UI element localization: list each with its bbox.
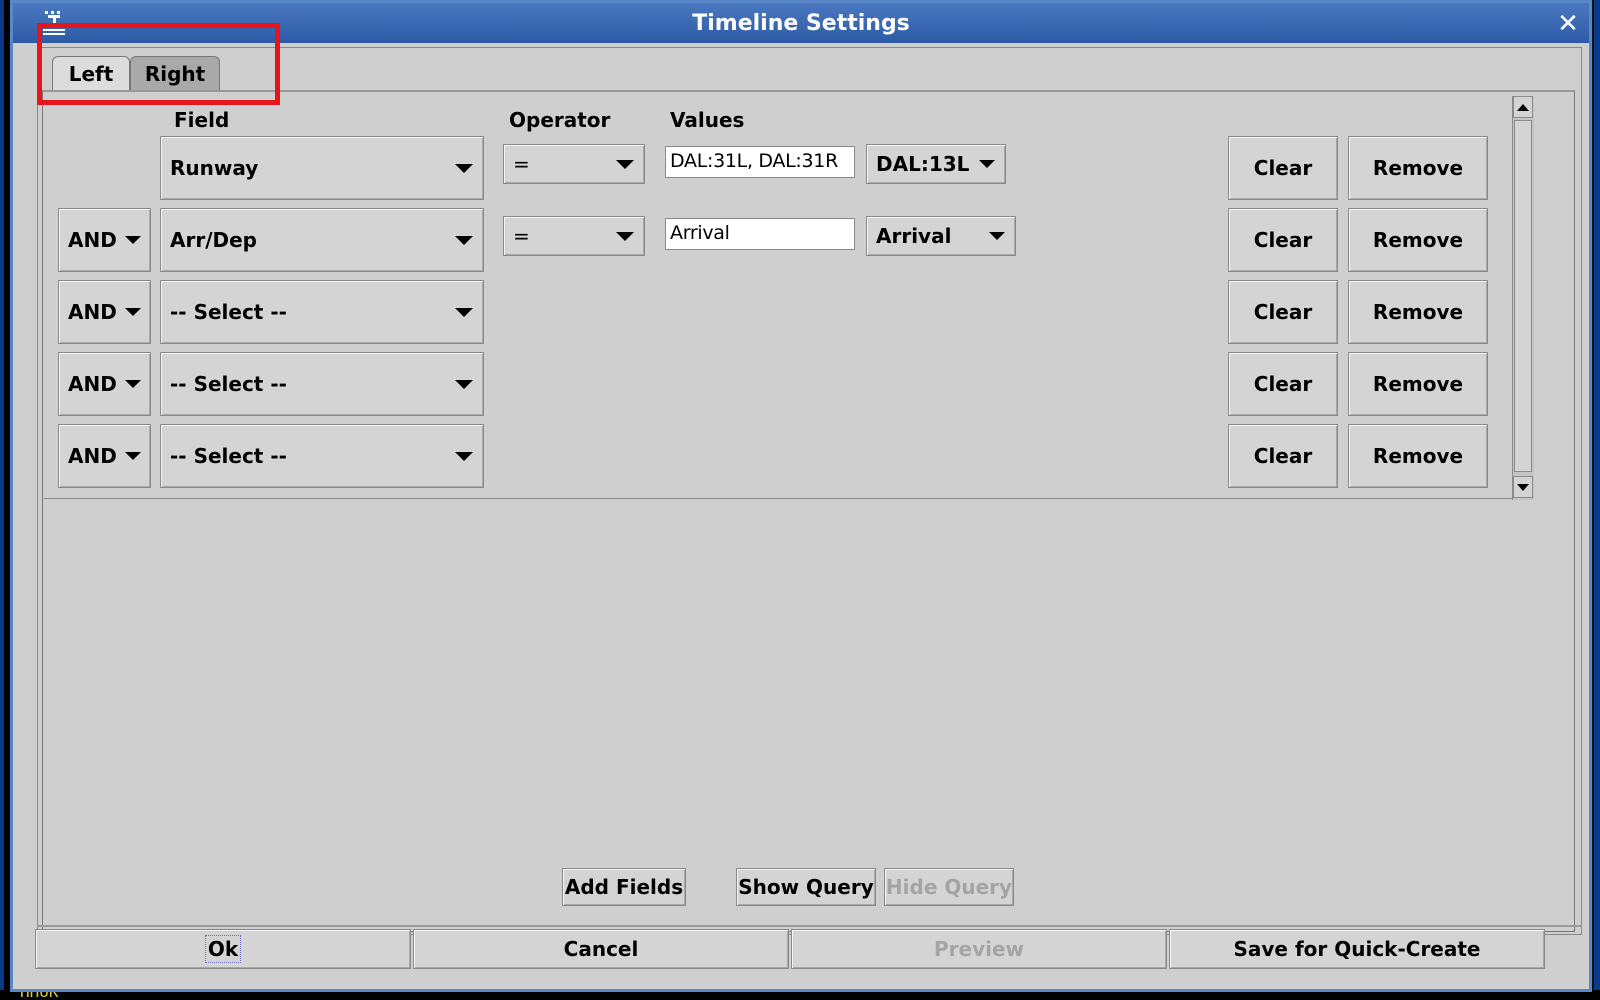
show-query-button[interactable]: Show Query [736,868,876,906]
scroll-thumb[interactable] [1514,120,1532,472]
chevron-down-icon [616,159,634,169]
chevron-down-icon [455,379,473,389]
connector-select-value: AND [68,300,117,324]
field-select[interactable]: -- Select -- [160,424,484,488]
background-left-edge [0,0,4,1000]
connector-select-value: AND [68,444,117,468]
connector-select[interactable]: AND [58,208,151,272]
connector-select[interactable]: AND [58,424,151,488]
remove-button[interactable]: Remove [1348,352,1488,416]
scroll-up-button[interactable] [1513,96,1533,118]
connector-select[interactable]: AND [58,280,151,344]
chevron-down-icon [124,308,141,316]
tab-panel: Left Right Field Operator Values Runway … [37,47,1582,935]
field-select[interactable]: -- Select -- [160,280,484,344]
ok-button[interactable]: Ok [35,929,411,969]
preview-button[interactable]: Preview [791,929,1167,969]
clear-button[interactable]: Clear [1228,280,1338,344]
field-header: Field [174,108,230,132]
chevron-down-icon [616,231,634,241]
remove-button[interactable]: Remove [1348,280,1488,344]
clear-button[interactable]: Clear [1228,136,1338,200]
chevron-down-icon [124,380,141,388]
background-right-edge [1594,0,1600,1000]
chevron-down-icon [455,163,473,173]
value-select-value: Arrival [876,224,952,248]
footer-separator [37,925,1582,927]
field-select-value: -- Select -- [170,372,287,396]
connector-select-value: AND [68,372,117,396]
field-select-value: -- Select -- [170,444,287,468]
field-select[interactable]: Arr/Dep [160,208,484,272]
clear-button[interactable]: Clear [1228,424,1338,488]
value-select[interactable]: Arrival [866,216,1016,256]
field-select[interactable]: -- Select -- [160,352,484,416]
arrow-up-icon [1517,103,1529,111]
chevron-down-icon [124,452,141,460]
chevron-down-icon [989,232,1005,240]
connector-select-value: AND [68,228,117,252]
scroll-down-button[interactable] [1513,476,1533,498]
chevron-down-icon [455,235,473,245]
remove-button[interactable]: Remove [1348,208,1488,272]
field-select-value: Runway [170,156,259,180]
chevron-down-icon [455,307,473,317]
tab-highlight-box [37,23,280,105]
value-text-field[interactable]: DAL:31L, DAL:31R [665,146,855,178]
remove-button[interactable]: Remove [1348,136,1488,200]
vertical-scrollbar[interactable] [1512,96,1534,500]
value-select-value: DAL:13L [876,152,970,176]
save-quick-create-button[interactable]: Save for Quick-Create [1169,929,1545,969]
operator-select-value: = [513,224,530,248]
hide-query-button[interactable]: Hide Query [884,868,1014,906]
grid-divider [44,498,1514,499]
remove-button[interactable]: Remove [1348,424,1488,488]
value-text-field[interactable]: Arrival [665,218,855,250]
values-header: Values [670,108,745,132]
operator-select[interactable]: = [503,216,645,256]
add-fields-button[interactable]: Add Fields [562,868,686,906]
close-icon[interactable]: ✕ [1551,7,1585,41]
ok-button-label: Ok [204,935,242,963]
chevron-down-icon [455,451,473,461]
field-select-value: -- Select -- [170,300,287,324]
field-select[interactable]: Runway [160,136,484,200]
connector-select[interactable]: AND [58,352,151,416]
value-select[interactable]: DAL:13L [866,144,1006,184]
operator-select-value: = [513,152,530,176]
clear-button[interactable]: Clear [1228,352,1338,416]
cancel-button[interactable]: Cancel [413,929,789,969]
arrow-down-icon [1517,483,1529,491]
field-select-value: Arr/Dep [170,228,257,252]
operator-header: Operator [509,108,611,132]
chevron-down-icon [124,236,141,244]
clear-button[interactable]: Clear [1228,208,1338,272]
chevron-down-icon [979,160,995,168]
timeline-settings-dialog: Timeline Settings ✕ Left Right Field Ope… [10,0,1592,992]
operator-select[interactable]: = [503,144,645,184]
